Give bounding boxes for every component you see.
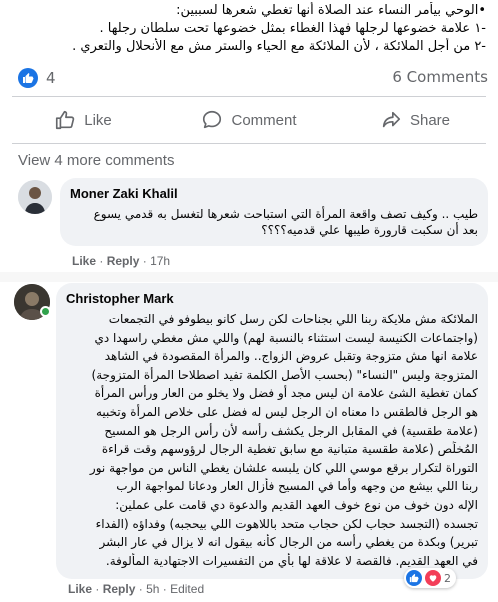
like-button[interactable]: Like bbox=[0, 97, 166, 143]
like-count[interactable]: 4 bbox=[46, 69, 56, 87]
comment-text-line: الملائكة مش ملايكة ربنا اللي بجناحات لكن… bbox=[108, 312, 478, 326]
comment-text-line: (واجتماعات الكنيسة ليست استثناء بالنسبة … bbox=[94, 330, 478, 345]
post-actions: Like Comment Share bbox=[0, 97, 498, 143]
comment-text-line: المُخلِّص (علامة طقسية متبانية مع سابق ت… bbox=[101, 442, 478, 457]
post-text-line: •الوحي بيأمر النساء عند الصلاة أنها تغطي… bbox=[176, 3, 486, 18]
comment-text-line: ربنا اللي بيشع من وجهه وأما في المسيح فأ… bbox=[116, 479, 478, 494]
comment-text-line: الإله دون خوف من نوع خوف العهد القديم وا… bbox=[115, 498, 478, 512]
comment-reactions[interactable]: 2 bbox=[404, 568, 456, 588]
comment-like-link[interactable]: Like bbox=[72, 254, 96, 268]
view-more-comments-link[interactable]: View 4 more comments bbox=[18, 152, 174, 169]
reaction-count: 2 bbox=[444, 571, 451, 585]
comment-text-line: بعد أن سكبت قارورة طيبها علي قدميه؟؟؟؟ bbox=[261, 223, 478, 237]
section-separator bbox=[0, 272, 498, 282]
comment-text-line: المتزوجة وليس "النساء" (بحسب الأصل الكلم… bbox=[91, 367, 478, 382]
comment-bubble: Christopher Mark الملائكة مش ملايكة ربنا… bbox=[56, 283, 488, 579]
comment-icon bbox=[203, 110, 222, 129]
thumbs-up-badge-icon bbox=[406, 570, 422, 586]
comment-text-line: طيب .. وكيف تصف واقعة المرأة التي استباح… bbox=[93, 207, 478, 221]
comment-text-line: تبرير) وبكدة من يغطي رأسه من الرجال كأنه… bbox=[99, 535, 478, 550]
thumbs-up-badge-icon[interactable] bbox=[18, 68, 38, 88]
comment-meta: Like · Reply · 17h bbox=[72, 254, 171, 268]
post-stats: 4 6 Comments bbox=[0, 64, 498, 96]
like-label: Like bbox=[84, 111, 112, 129]
heart-reaction-icon bbox=[425, 570, 441, 586]
share-icon bbox=[382, 111, 401, 128]
comment-time[interactable]: 17h bbox=[150, 254, 170, 268]
comment-label: Comment bbox=[231, 111, 297, 129]
comment-text-line: في العهد القديم. فالقصة لا علاقة لها بأي… bbox=[105, 553, 478, 568]
post-text-line: -١ علامة خضوعها لرجلها فهذا الغطاء بمثل … bbox=[99, 21, 486, 36]
comment-like-link[interactable]: Like bbox=[68, 582, 92, 596]
comment-count[interactable]: 6 Comments bbox=[392, 68, 488, 86]
comment-text-line: (علامة طقسية) في المقابل الرجل يكشف رأسه… bbox=[104, 423, 478, 438]
comment-text-line: تجسده (التجسد حجاب لكن حجاب متحد باللاهو… bbox=[95, 516, 478, 531]
comment-text-line: كمان تغطية الشئ علامة ان ليس مجد أو فضل … bbox=[94, 386, 478, 401]
divider bbox=[12, 143, 486, 144]
post-text-line: -٢ من أجل الملائكة ، لأن الملائكة مع الح… bbox=[72, 39, 486, 54]
comment-meta: Like · Reply · 5h · Edited bbox=[68, 582, 205, 596]
comment-button[interactable]: Comment bbox=[166, 97, 332, 143]
comment-text-line: هو الرجل فالطقس دا معناه ان الرجل ليس له… bbox=[95, 405, 478, 419]
share-button[interactable]: Share bbox=[332, 97, 498, 143]
comment-bubble: Moner Zaki Khalil طيب .. وكيف تصف واقعة … bbox=[60, 178, 488, 246]
comment-author[interactable]: Moner Zaki Khalil bbox=[70, 186, 178, 201]
comment-time[interactable]: 5h · Edited bbox=[146, 582, 204, 596]
comment-text-line: علامة انها مش متزوجة وتقبل عروض الزواج..… bbox=[104, 349, 478, 364]
online-status-dot bbox=[40, 306, 51, 317]
like-icon bbox=[56, 110, 75, 130]
share-label: Share bbox=[409, 111, 451, 129]
comment-text-line: التوراة لتكرار برقع موسي اللي كان يلبسه … bbox=[89, 460, 478, 475]
comment-reply-link[interactable]: Reply bbox=[103, 582, 136, 596]
avatar[interactable] bbox=[18, 180, 52, 214]
comment-author[interactable]: Christopher Mark bbox=[66, 291, 174, 306]
post-body: •الوحي بيأمر النساء عند الصلاة أنها تغطي… bbox=[0, 0, 498, 64]
comment-reply-link[interactable]: Reply bbox=[107, 254, 140, 268]
